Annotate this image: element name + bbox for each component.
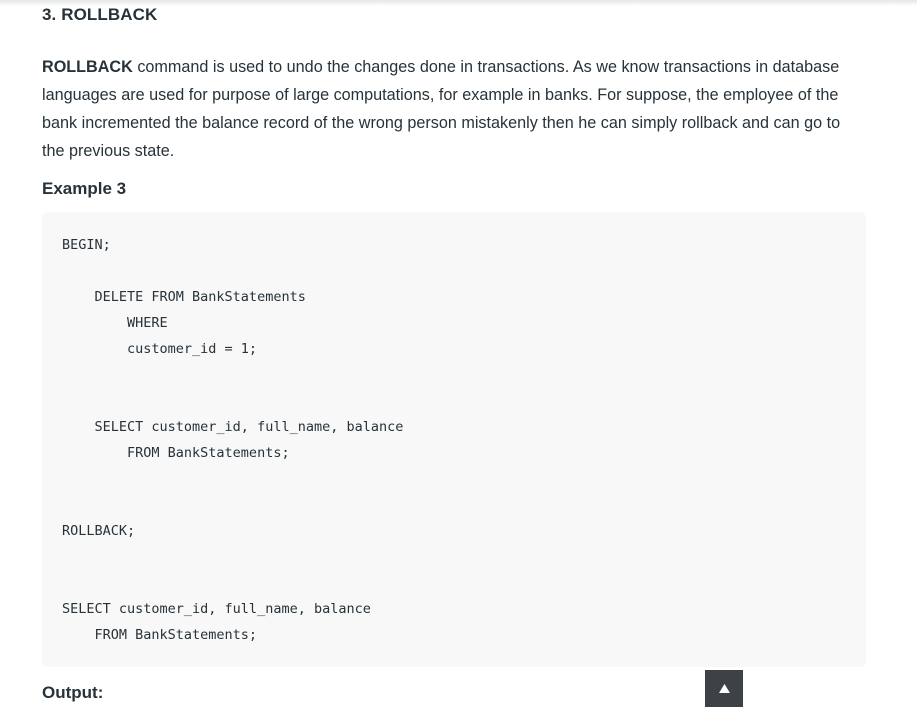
arrow-up-icon [718,684,730,693]
code-line: DELETE FROM BankStatements [62,289,306,305]
code-block[interactable]: BEGIN; DELETE FROM BankStatements WHERE … [42,212,866,667]
example-heading: Example 3 [42,179,127,198]
description-text: command is used to undo the changes done… [42,58,841,160]
description-paragraph: ROLLBACK command is used to undo the cha… [42,53,867,165]
code-line: ROLLBACK; [62,523,136,539]
code-line: FROM BankStatements; [62,627,258,643]
output-heading: Output: [42,683,104,702]
section-heading: 3. ROLLBACK [42,5,158,24]
code-line: FROM BankStatements; [62,445,290,461]
code-line: SELECT customer_id, full_name, balance [62,601,371,617]
code-line: customer_id = 1; [62,341,258,357]
scroll-to-top-button[interactable] [705,670,743,707]
code-line: WHERE [62,315,168,331]
code-line: BEGIN; [62,237,111,253]
rollback-keyword: ROLLBACK [42,58,133,76]
code-line: SELECT customer_id, full_name, balance [62,419,404,435]
